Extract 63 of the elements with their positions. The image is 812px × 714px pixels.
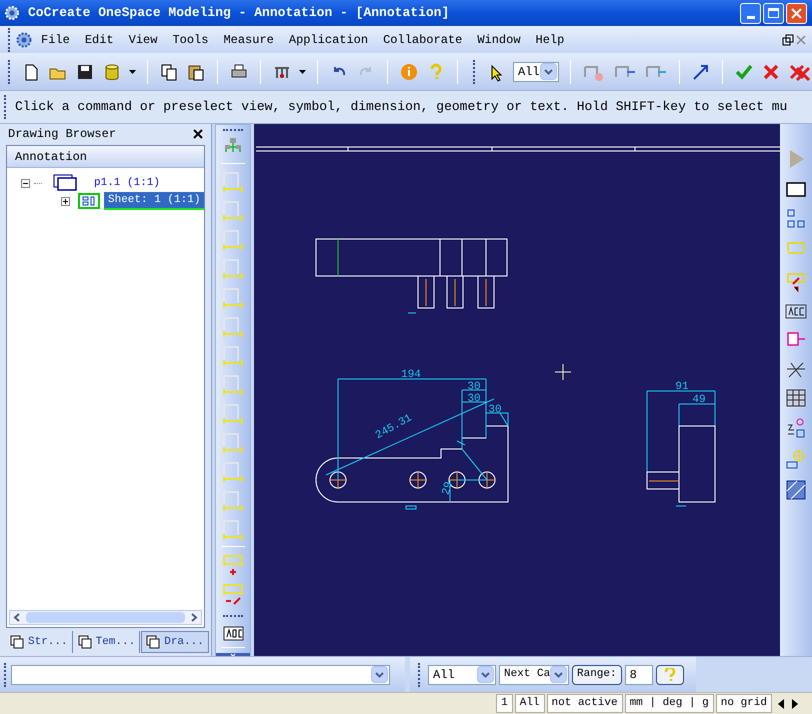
menu-item[interactable]: Window [477, 30, 521, 48]
dimension-label: 91 [675, 381, 689, 393]
dimension-label: 30 [467, 393, 481, 405]
category-dropdown[interactable]: Next Ca [499, 664, 569, 684]
restore-icon[interactable] [782, 34, 794, 46]
panel-title: Drawing Browser [8, 126, 116, 142]
expand-toggle[interactable] [61, 196, 70, 206]
tab-icon [10, 635, 24, 649]
symbols-icon[interactable] [785, 417, 807, 439]
text-box-icon[interactable] [785, 303, 807, 321]
range-input-field[interactable]: 8 [624, 664, 653, 684]
maximize-button[interactable] [763, 2, 784, 24]
menu-item[interactable]: Tools [172, 30, 208, 48]
help-button[interactable] [656, 664, 684, 684]
question-mark-icon [664, 668, 676, 682]
menu-item[interactable]: Application [288, 30, 368, 48]
menu-item[interactable]: View [128, 30, 158, 48]
plus-icon [62, 198, 69, 204]
menu-item[interactable]: File [41, 30, 70, 48]
target-symbol-icon[interactable] [785, 448, 807, 470]
filter-dropdown[interactable]: All [428, 664, 496, 684]
menu-item[interactable]: Help [536, 30, 564, 48]
status-field: not active [546, 694, 623, 713]
status-field: no grid [716, 694, 772, 713]
crosshair-cursor [554, 364, 572, 380]
tree-item[interactable]: p1.1 (1:1) [90, 174, 164, 192]
tree-item[interactable]: Sheet: 1 (1:1) [104, 192, 204, 210]
gear-logo-icon[interactable] [15, 30, 33, 48]
window-title: CoCreate OneSpace Modeling - Annotation - [Annotation] [28, 4, 450, 22]
selection-filter-dropdown[interactable]: All [513, 62, 559, 82]
status-field: All [514, 694, 545, 713]
command-input-field[interactable] [11, 664, 390, 684]
menu-item[interactable]: Measure [223, 30, 274, 48]
hatch-pattern-icon[interactable] [785, 479, 807, 501]
tab-icon [78, 635, 92, 649]
gear-logo-icon [4, 5, 20, 21]
menu-item[interactable]: Edit [84, 30, 114, 48]
dimension-label: 194 [401, 369, 421, 381]
table-icon[interactable] [785, 388, 807, 408]
status-field: mm | deg | g [624, 694, 714, 713]
close-icon [791, 8, 802, 18]
dimension-label: 49 [692, 394, 706, 406]
menu-item[interactable]: Collaborate [383, 30, 462, 48]
tree-header: Annotation [15, 148, 88, 166]
dimension-label: 30 [488, 404, 502, 416]
status-field: 1 [496, 694, 513, 713]
close-button[interactable] [786, 2, 807, 24]
panel-tab[interactable]: Dra... [141, 631, 209, 653]
panel-tab[interactable]: Str... [6, 631, 73, 653]
dimension-label: 30 [467, 381, 481, 393]
sheet-icon [78, 193, 100, 209]
collapse-toggle[interactable] [21, 178, 30, 188]
prompt-text: Click a command or preselect view, symbol, dimension, geometry or text. Hold SHIFT-key to select mu [15, 98, 788, 116]
panel-tab[interactable]: Tem... [74, 631, 140, 653]
range-button[interactable]: Range: [572, 664, 622, 684]
views-layout-icon[interactable] [785, 208, 807, 230]
close-icon[interactable] [193, 128, 203, 138]
copy-icon[interactable] [159, 62, 179, 82]
minimize-button[interactable] [740, 2, 761, 24]
caret-icon[interactable] [129, 70, 136, 74]
horizontal-scrollbar[interactable] [9, 610, 202, 625]
tab-icon [146, 635, 160, 649]
caret-icon[interactable] [299, 70, 306, 74]
